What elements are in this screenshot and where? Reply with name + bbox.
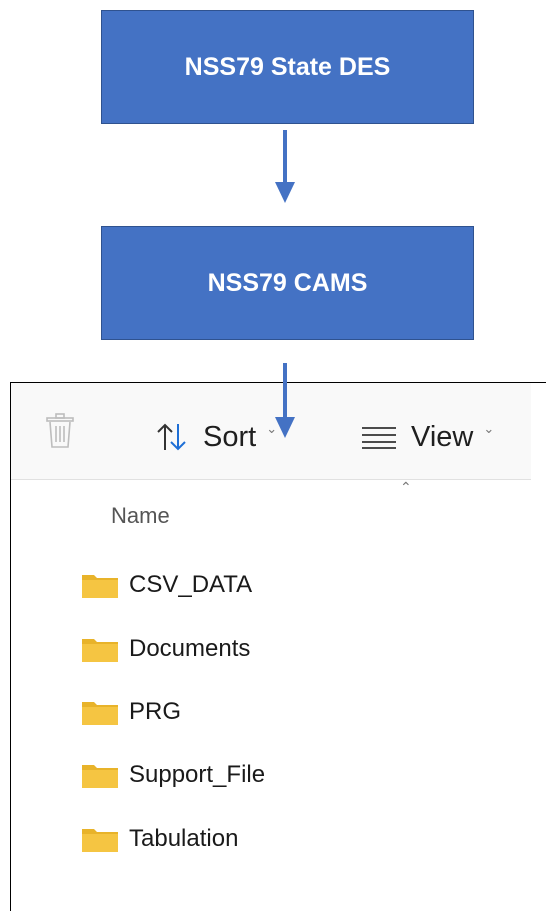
down-arrow-icon: [275, 130, 295, 203]
folder-icon: [82, 575, 118, 598]
folder-icon: [82, 702, 118, 725]
sort-ascending-caret-icon: ⌃: [400, 479, 412, 495]
explorer-toolbar: Sort ⌄ View ⌄: [11, 383, 531, 480]
file-explorer-panel: Sort ⌄ View ⌄ ⌃ Name CSV_DATA Documents …: [10, 382, 546, 911]
trash-icon: [46, 413, 74, 448]
list-item-support-file[interactable]: Support_File: [81, 755, 265, 795]
folder-icon: [82, 639, 118, 662]
list-item-tabulation[interactable]: Tabulation: [81, 819, 238, 859]
column-header-label: Name: [111, 503, 170, 528]
list-item-documents[interactable]: Documents: [81, 629, 250, 669]
sort-button[interactable]: Sort ⌄: [155, 417, 277, 457]
list-item-label: Support_File: [129, 761, 266, 788]
flow-step-state-des: NSS79 State DES: [101, 10, 474, 124]
folder-icon: [82, 829, 118, 852]
sort-arrows-icon: [157, 423, 186, 451]
flow-step-label: NSS79 State DES: [184, 52, 391, 81]
down-arrow-icon: [275, 363, 295, 438]
view-lines-icon: [362, 427, 396, 449]
flow-step-label: NSS79 CAMS: [207, 268, 368, 297]
sort-label: Sort: [203, 420, 257, 453]
list-item-label: Documents: [129, 635, 251, 662]
chevron-down-icon: ⌄: [483, 421, 495, 436]
view-label: View: [411, 420, 474, 453]
list-item-label: Tabulation: [129, 825, 239, 852]
list-item-label: CSV_DATA: [129, 571, 253, 598]
delete-button[interactable]: [45, 413, 75, 449]
list-item-csv-data[interactable]: CSV_DATA: [81, 565, 252, 605]
list-item-label: PRG: [129, 698, 182, 725]
flow-step-cams: NSS79 CAMS: [101, 226, 474, 340]
view-button[interactable]: View ⌄: [361, 417, 494, 457]
column-header-name[interactable]: Name: [111, 503, 170, 529]
list-item-prg[interactable]: PRG: [81, 692, 181, 732]
folder-icon: [82, 765, 118, 788]
